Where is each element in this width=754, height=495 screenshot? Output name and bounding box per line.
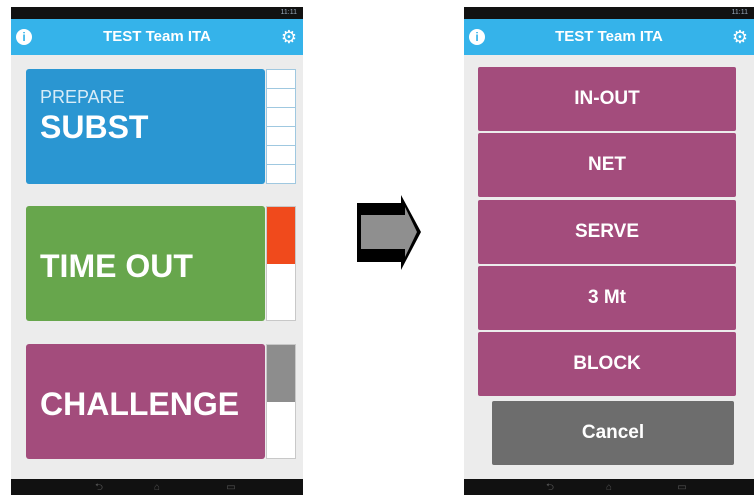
status-bar: 11:11: [11, 7, 303, 19]
title-bar: i TEST Team ITA ⚙: [11, 19, 303, 55]
info-icon[interactable]: i: [16, 29, 32, 45]
option-label: NET: [588, 154, 626, 175]
option-label: 3 Mt: [588, 287, 626, 308]
team-title: TEST Team ITA: [103, 28, 211, 45]
info-icon[interactable]: i: [469, 29, 485, 45]
option-net-button[interactable]: NET: [478, 133, 736, 197]
timeout-label: TIME OUT: [40, 248, 193, 284]
back-icon[interactable]: ⮌: [542, 483, 558, 493]
challenge-button[interactable]: CHALLENGE: [26, 344, 265, 459]
counter-cell: [267, 127, 295, 146]
prepare-label: PREPARE: [40, 87, 125, 107]
right-arrow-icon: [357, 195, 421, 270]
back-icon[interactable]: ⮌: [91, 483, 107, 493]
counter-cell: [267, 108, 295, 127]
status-bar: 11:11: [464, 7, 754, 19]
option-label: BLOCK: [573, 353, 641, 374]
navigation-bar: ⮌ ⌂ ▭: [464, 479, 754, 495]
option-label: SERVE: [574, 221, 640, 242]
home-icon[interactable]: ⌂: [149, 483, 165, 493]
challenge-used-indicator: [267, 345, 295, 402]
timeout-button[interactable]: TIME OUT: [26, 206, 265, 321]
counter-cell: [267, 165, 295, 184]
option-3mt-button[interactable]: 3 Mt: [478, 266, 736, 330]
status-time: 11:11: [280, 9, 297, 16]
subst-label: SUBST: [40, 109, 149, 145]
option-block-button[interactable]: BLOCK: [478, 332, 736, 396]
title-bar: i TEST Team ITA ⚙: [464, 19, 754, 55]
timeout-used-indicator: [267, 207, 295, 264]
timeout-counter: [266, 206, 296, 321]
status-time: 11:11: [731, 9, 748, 16]
counter-cell: [267, 146, 295, 165]
home-icon[interactable]: ⌂: [601, 483, 617, 493]
navigation-bar: ⮌ ⌂ ▭: [11, 479, 303, 495]
gear-icon[interactable]: ⚙: [280, 28, 298, 46]
recent-apps-icon[interactable]: ▭: [674, 483, 690, 493]
challenge-label: CHALLENGE: [40, 386, 240, 422]
option-label: IN-OUT: [574, 88, 640, 109]
gear-icon[interactable]: ⚙: [731, 28, 749, 46]
prepare-subst-button[interactable]: PREPARE SUBST: [26, 69, 265, 184]
recent-apps-icon[interactable]: ▭: [223, 483, 239, 493]
option-serve-button[interactable]: SERVE: [478, 200, 736, 264]
cancel-label: Cancel: [581, 422, 645, 443]
subst-counter: [266, 69, 296, 184]
left-phone-screen: 11:11 i TEST Team ITA ⚙ PREPARE SUBST TI…: [11, 7, 303, 495]
counter-cell: [267, 89, 295, 108]
right-phone-screen: 11:11 i TEST Team ITA ⚙ IN-OUT NET SERVE…: [464, 7, 754, 495]
cancel-button[interactable]: Cancel: [492, 401, 734, 465]
counter-cell: [267, 70, 295, 89]
option-in-out-button[interactable]: IN-OUT: [478, 67, 736, 131]
team-title: TEST Team ITA: [555, 28, 663, 45]
challenge-counter: [266, 344, 296, 459]
